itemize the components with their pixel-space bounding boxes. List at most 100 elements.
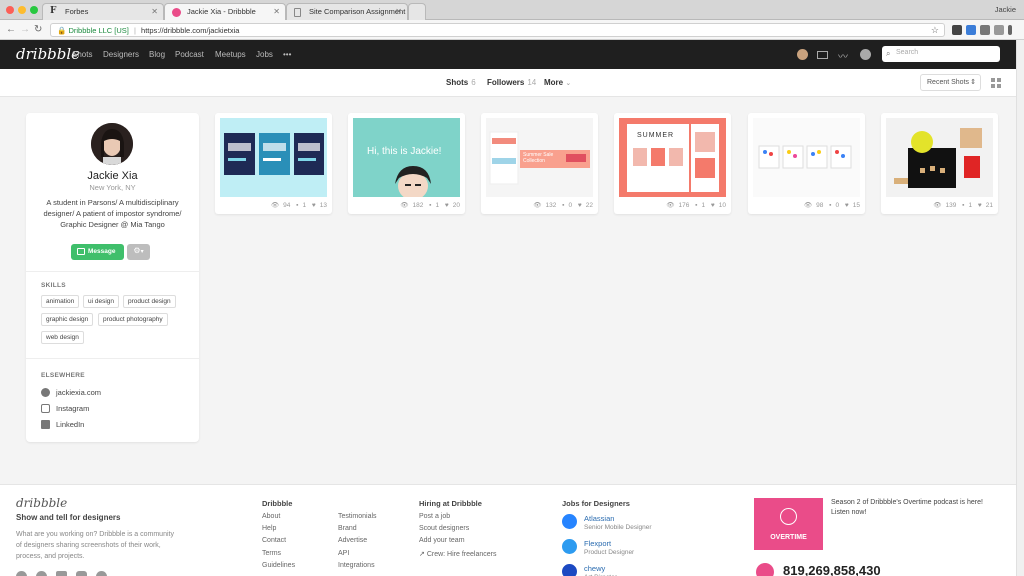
facebook-social-icon[interactable] xyxy=(56,571,67,576)
shot-thumbnail[interactable]: Hi, this is Jackie! xyxy=(353,118,460,197)
grid-view-icon[interactable] xyxy=(991,78,1001,88)
overtime-label: OVERTIME xyxy=(770,534,807,541)
likes-icon[interactable]: ♥ xyxy=(978,202,982,209)
likes-icon[interactable]: ♥ xyxy=(445,202,449,209)
close-tab-icon[interactable]: ✕ xyxy=(273,7,280,16)
forward-arrow-icon[interactable]: → xyxy=(20,24,30,35)
search-icon: ⌕ xyxy=(886,49,891,58)
twitter-social-icon[interactable] xyxy=(36,571,47,576)
shot-card[interactable]: SUMMER 👁 176 ▪ 1 ♥ 10 xyxy=(614,113,731,214)
views-count: 182 xyxy=(412,202,424,209)
dribbble-logo[interactable]: dribbble xyxy=(16,45,80,63)
sort-select[interactable]: Recent Shots ⇕ xyxy=(920,74,981,91)
browser-user-name[interactable]: Jackie xyxy=(995,5,1016,14)
pinterest-social-icon[interactable] xyxy=(96,571,107,576)
likes-icon[interactable]: ♥ xyxy=(845,202,849,209)
close-tab-icon[interactable]: ✕ xyxy=(395,7,402,16)
shot-card[interactable]: Summer Sale Collection 👁 132 ▪ 0 ♥ 22 xyxy=(481,113,598,214)
upload-cloud-icon[interactable] xyxy=(860,49,871,60)
skill-tag[interactable]: animation xyxy=(41,295,80,308)
tab-more[interactable]: More ⌄ xyxy=(544,78,571,87)
nav-podcast[interactable]: Podcast xyxy=(175,50,204,59)
likes-icon[interactable]: ♥ xyxy=(578,202,582,209)
illustration xyxy=(395,166,431,197)
chewy-logo-icon xyxy=(562,564,577,576)
shot-card[interactable]: Hi, this is Jackie! 👁 182 ▪ 1 ♥ 20 xyxy=(348,113,465,214)
shot-thumbnail[interactable]: Summer Sale Collection xyxy=(486,118,593,197)
tab-site-comparison[interactable]: Site Comparison Assignment ✕ xyxy=(286,3,408,20)
profile-card: Jackie Xia New York, NY A student in Par… xyxy=(26,113,199,442)
dribbble-ball-icon xyxy=(780,508,797,525)
shot-card[interactable]: 👁 94 ▪ 1 ♥ 13 xyxy=(215,113,332,214)
shots-count: 6 xyxy=(471,78,476,87)
overtime-promo-text[interactable]: Season 2 of Dribbble's Overtime podcast … xyxy=(831,498,1001,518)
overtime-podcast-banner[interactable]: OVERTIME xyxy=(754,498,823,550)
message-button[interactable]: Message xyxy=(71,244,124,260)
minimize-window-button[interactable] xyxy=(18,6,26,14)
extension-icon[interactable] xyxy=(966,25,976,35)
new-tab-button[interactable] xyxy=(408,3,426,20)
shot-thumbnail[interactable] xyxy=(753,118,860,197)
footer-link[interactable]: Contact xyxy=(262,537,286,544)
footer-link[interactable]: Scout designers xyxy=(419,525,469,532)
link-linkedin[interactable]: LinkedIn xyxy=(41,420,84,429)
tab-shots[interactable]: Shots 6 xyxy=(446,78,476,87)
mail-icon[interactable] xyxy=(817,51,828,59)
footer-link[interactable]: Advertise xyxy=(338,537,367,544)
nav-meetups[interactable]: Meetups xyxy=(215,50,246,59)
shot-thumbnail[interactable] xyxy=(886,118,993,197)
skill-tag[interactable]: graphic design xyxy=(41,313,94,326)
shot-thumbnail[interactable]: SUMMER xyxy=(619,118,726,197)
footer-logo[interactable]: dribbble xyxy=(16,496,67,510)
shot-card[interactable]: 👁 98 ▪ 0 ♥ 15 xyxy=(748,113,865,214)
likes-icon[interactable]: ♥ xyxy=(312,202,316,209)
nav-designers[interactable]: Designers xyxy=(103,50,139,59)
footer-link[interactable]: About xyxy=(262,513,280,520)
settings-dropdown-button[interactable]: ⚙▾ xyxy=(127,244,150,260)
search-input[interactable]: ⌕ Search xyxy=(882,46,1000,62)
menu-icon[interactable] xyxy=(1008,25,1012,35)
shot-thumbnail[interactable] xyxy=(220,118,327,197)
maximize-window-button[interactable] xyxy=(30,6,38,14)
footer-link[interactable]: Guidelines xyxy=(262,562,295,569)
footer-link[interactable]: Integrations xyxy=(338,562,375,569)
extension-icon[interactable] xyxy=(952,25,962,35)
tab-followers[interactable]: Followers 14 xyxy=(487,78,536,87)
footer-link[interactable]: API xyxy=(338,550,349,557)
reload-icon[interactable]: ↻ xyxy=(34,24,42,35)
activity-icon[interactable]: 〰 xyxy=(838,48,849,63)
back-arrow-icon[interactable]: ← xyxy=(6,24,16,35)
footer-link-crew[interactable]: ↗ Crew: Hire freelancers xyxy=(419,550,496,558)
page-scrollbar[interactable] xyxy=(1016,40,1024,576)
nav-blog[interactable]: Blog xyxy=(149,50,165,59)
link-instagram[interactable]: Instagram xyxy=(41,404,89,413)
likes-icon[interactable]: ♥ xyxy=(711,202,715,209)
footer-link[interactable]: Post a job xyxy=(419,513,450,520)
url-field[interactable]: 🔒 Dribbble LLC [US] | https://dribbble.c… xyxy=(50,23,945,37)
nav-more[interactable]: ••• xyxy=(283,50,291,59)
skill-tag[interactable]: ui design xyxy=(83,295,120,308)
skill-tag[interactable]: product photography xyxy=(98,313,168,326)
tab-dribbble[interactable]: Jackie Xia - Dribbble ✕ xyxy=(164,3,286,20)
nav-shots[interactable]: Shots xyxy=(72,50,92,59)
skill-tag[interactable]: product design xyxy=(123,295,176,308)
nav-jobs[interactable]: Jobs xyxy=(256,50,273,59)
extension-icon[interactable] xyxy=(980,25,990,35)
instagram-social-icon[interactable] xyxy=(76,571,87,576)
skill-tag[interactable]: web design xyxy=(41,331,84,344)
close-tab-icon[interactable]: ✕ xyxy=(151,7,158,16)
link-website[interactable]: jackiexia.com xyxy=(41,388,101,397)
tab-forbes[interactable]: F Forbes ✕ xyxy=(42,3,164,20)
dribbble-social-icon[interactable] xyxy=(16,571,27,576)
close-window-button[interactable] xyxy=(6,6,14,14)
avatar[interactable] xyxy=(91,123,133,165)
footer-link[interactable]: Help xyxy=(262,525,276,532)
shot-card[interactable]: 👁 139 ▪ 1 ♥ 21 xyxy=(881,113,998,214)
footer-link[interactable]: Terms xyxy=(262,550,281,557)
footer-link[interactable]: Testimonials xyxy=(338,513,377,520)
user-avatar-icon[interactable] xyxy=(797,49,808,60)
footer-link[interactable]: Add your team xyxy=(419,537,465,544)
footer-link[interactable]: Brand xyxy=(338,525,357,532)
camera-icon[interactable] xyxy=(994,25,1004,35)
bookmark-star-icon[interactable]: ☆ xyxy=(931,25,939,36)
